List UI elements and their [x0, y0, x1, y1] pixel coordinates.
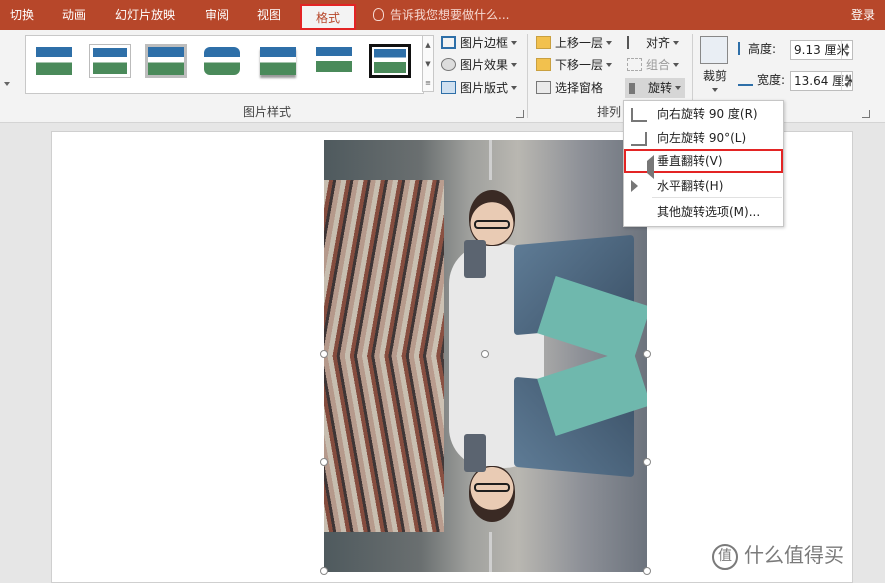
menu-item-flip-horizontal[interactable]: 水平翻转(H): [624, 174, 783, 198]
send-backward-icon: [536, 58, 551, 71]
chevron-down-icon: [675, 86, 682, 90]
rotate-button[interactable]: 旋转: [625, 78, 686, 98]
group-divider: [527, 34, 528, 118]
tab-view[interactable]: 视图: [257, 0, 281, 30]
arrange-group-label: 排列: [597, 105, 622, 119]
picture-style-4[interactable]: [201, 44, 243, 78]
resize-handle[interactable]: [643, 350, 651, 358]
picture-styles-gallery: [25, 35, 424, 94]
rotate-icon: [629, 83, 644, 94]
resize-handle[interactable]: [320, 567, 328, 575]
crop-icon[interactable]: [700, 36, 728, 64]
tab-format[interactable]: 格式: [300, 4, 357, 30]
crop-button-label[interactable]: 裁剪: [703, 66, 727, 86]
send-backward-button[interactable]: 下移一层: [536, 55, 613, 75]
width-label: 宽度:: [738, 70, 785, 90]
picture-style-1[interactable]: [33, 44, 75, 78]
picture-layout-icon: [441, 81, 456, 94]
chevron-down-icon: [606, 63, 613, 67]
height-icon: [738, 42, 744, 55]
menu-item-flip-vertical[interactable]: 垂直翻转(V): [624, 149, 783, 179]
height-label: 高度:: [738, 39, 776, 59]
align-icon: [627, 36, 642, 49]
watermark: 值什么值得买: [712, 540, 844, 570]
chevron-down-icon: [511, 63, 518, 67]
chevron-down-icon: [511, 41, 518, 45]
crop-dropdown-icon[interactable]: [712, 88, 718, 92]
ribbon-collapse-icon[interactable]: [4, 82, 10, 86]
rotate-right-icon: [631, 108, 647, 122]
gallery-scroll[interactable]: ▲ ▼ ≡: [422, 35, 434, 92]
picture-style-7[interactable]: [369, 44, 411, 78]
group-icon: [627, 58, 642, 71]
ribbon-tab-bar: 切换 动画 幻灯片放映 审阅 视图 格式 告诉我您想要做什么... 登录: [0, 0, 885, 30]
height-spinner-icon[interactable]: ▲ ▼: [841, 41, 852, 59]
picture-flipped-half: [324, 356, 647, 572]
selection-pane-button[interactable]: 选择窗格: [536, 78, 603, 98]
tab-transitions[interactable]: 切换: [10, 0, 34, 30]
rotate-left-icon: [631, 132, 647, 146]
flip-horizontal-icon: [631, 180, 638, 192]
picture-style-6[interactable]: [313, 44, 355, 78]
lightbulb-icon: [373, 8, 384, 21]
picture-layout-button[interactable]: 图片版式: [441, 78, 518, 98]
tell-me-text: 告诉我您想要做什么...: [390, 8, 510, 22]
menu-divider: [652, 197, 782, 198]
tell-me-search[interactable]: 告诉我您想要做什么...: [373, 0, 509, 30]
scroll-down-icon[interactable]: ▼: [423, 55, 433, 74]
chevron-down-icon: [673, 41, 680, 45]
scroll-up-icon[interactable]: ▲: [423, 36, 433, 55]
selection-pane-icon: [536, 81, 551, 94]
login-link[interactable]: 登录: [851, 0, 875, 30]
menu-item-rotate-left[interactable]: 向左旋转 90°(L): [624, 126, 783, 150]
picture-styles-launcher-icon[interactable]: [516, 110, 524, 118]
resize-handle[interactable]: [320, 350, 328, 358]
resize-handle[interactable]: [320, 458, 328, 466]
picture-original-half: [324, 140, 647, 356]
watermark-logo-icon: 值: [712, 543, 738, 570]
resize-handle[interactable]: [643, 567, 651, 575]
menu-item-more-rotation[interactable]: 其他旋转选项(M)...: [624, 200, 783, 224]
picture-border-button[interactable]: 图片边框: [441, 33, 518, 53]
resize-handle[interactable]: [643, 458, 651, 466]
tab-animations[interactable]: 动画: [62, 0, 86, 30]
width-icon: [738, 78, 753, 86]
picture-border-icon: [441, 36, 456, 49]
group-button[interactable]: 组合: [627, 55, 680, 75]
chevron-down-icon: [606, 41, 613, 45]
gallery-more-icon[interactable]: ≡: [423, 74, 433, 93]
tab-slideshow[interactable]: 幻灯片放映: [115, 0, 175, 30]
watermark-text: 什么值得买: [744, 543, 844, 567]
tab-review[interactable]: 审阅: [205, 0, 229, 30]
bring-forward-icon: [536, 36, 551, 49]
align-button[interactable]: 对齐: [627, 33, 680, 53]
resize-handle[interactable]: [481, 350, 489, 358]
width-spinner-icon[interactable]: ▲ ▼: [841, 72, 852, 90]
bring-forward-button[interactable]: 上移一层: [536, 33, 613, 53]
picture-styles-group-label: 图片样式: [243, 105, 292, 119]
width-input[interactable]: 13.64 厘米 ▲ ▼: [790, 71, 853, 91]
picture-effects-icon: [441, 58, 456, 71]
rotate-dropdown-menu: 向右旋转 90 度(R) 向左旋转 90°(L) 垂直翻转(V) 水平翻转(H)…: [623, 100, 784, 227]
picture-style-3[interactable]: [145, 44, 187, 78]
menu-item-rotate-right[interactable]: 向右旋转 90 度(R): [624, 102, 783, 126]
chevron-down-icon: [511, 86, 518, 90]
picture-effects-button[interactable]: 图片效果: [441, 55, 518, 75]
picture-style-5[interactable]: [257, 44, 299, 78]
size-launcher-icon[interactable]: [862, 110, 870, 118]
picture-style-2[interactable]: [89, 44, 131, 78]
height-input[interactable]: 9.13 厘米 ▲ ▼: [790, 40, 853, 60]
chevron-down-icon: [673, 63, 680, 67]
